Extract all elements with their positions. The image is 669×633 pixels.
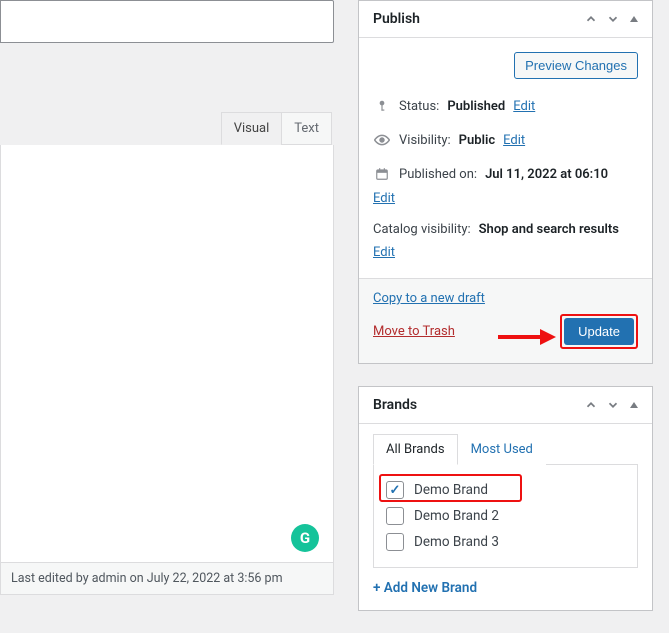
brand-checkbox[interactable] [386,507,404,525]
highlight-update: Update [560,314,638,349]
panel-toggle-icon[interactable] [628,399,640,411]
tab-visual[interactable]: Visual [221,112,283,145]
preview-changes-button[interactable]: Preview Changes [514,52,638,79]
eye-icon [373,131,391,149]
edit-status-link[interactable]: Edit [513,99,535,114]
catalog-label: Catalog visibility: [373,222,471,237]
tab-most-used[interactable]: Most Used [458,434,546,465]
status-label: Status: [399,99,439,114]
chevron-down-icon[interactable] [606,398,620,412]
brand-list: Demo Brand Demo Brand 2 Demo Brand 3 [373,464,638,568]
brand-item[interactable]: Demo Brand [384,477,627,503]
edit-visibility-link[interactable]: Edit [503,133,525,148]
brand-label: Demo Brand [414,482,488,498]
brand-label: Demo Brand 3 [414,534,499,550]
brand-label: Demo Brand 2 [414,508,499,524]
update-button[interactable]: Update [564,318,634,345]
editor-status-bar: Last edited by admin on July 22, 2022 at… [0,563,334,595]
post-title-input[interactable] [0,0,334,43]
published-value: Jul 11, 2022 at 06:10 [485,167,608,182]
chevron-down-icon[interactable] [606,12,620,26]
annotation-arrow-icon [498,325,556,349]
move-to-trash-link[interactable]: Move to Trash [373,324,455,339]
tab-text[interactable]: Text [281,112,332,145]
edit-catalog-link[interactable]: Edit [373,245,395,260]
status-value: Published [447,99,505,114]
add-new-brand-link[interactable]: + Add New Brand [373,568,638,600]
editor-mode-tabs: Visual Text [0,112,334,145]
chevron-up-icon[interactable] [584,12,598,26]
brands-title: Brands [373,397,417,413]
brands-header-controls [584,398,640,412]
chevron-up-icon[interactable] [584,398,598,412]
editor-canvas[interactable]: G [0,145,334,563]
publish-metabox: Publish Preview Changes [358,0,653,364]
brand-item[interactable]: Demo Brand 2 [384,503,627,529]
copy-draft-link[interactable]: Copy to a new draft [373,291,485,306]
publish-header-controls [584,12,640,26]
brand-item[interactable]: Demo Brand 3 [384,529,627,555]
visibility-value: Public [459,133,495,148]
calendar-icon [373,165,391,183]
key-icon [373,97,391,115]
brands-metabox: Brands All Brands Most Used Demo BrandDe… [358,386,653,611]
publish-title: Publish [373,11,420,27]
published-label: Published on: [399,167,477,182]
catalog-value: Shop and search results [479,222,619,237]
visibility-label: Visibility: [399,133,451,148]
tab-all-brands[interactable]: All Brands [373,434,458,465]
edit-published-link[interactable]: Edit [373,191,395,206]
brand-checkbox[interactable] [386,481,404,499]
grammarly-icon[interactable]: G [291,524,319,552]
panel-toggle-icon[interactable] [628,13,640,25]
brand-checkbox[interactable] [386,533,404,551]
